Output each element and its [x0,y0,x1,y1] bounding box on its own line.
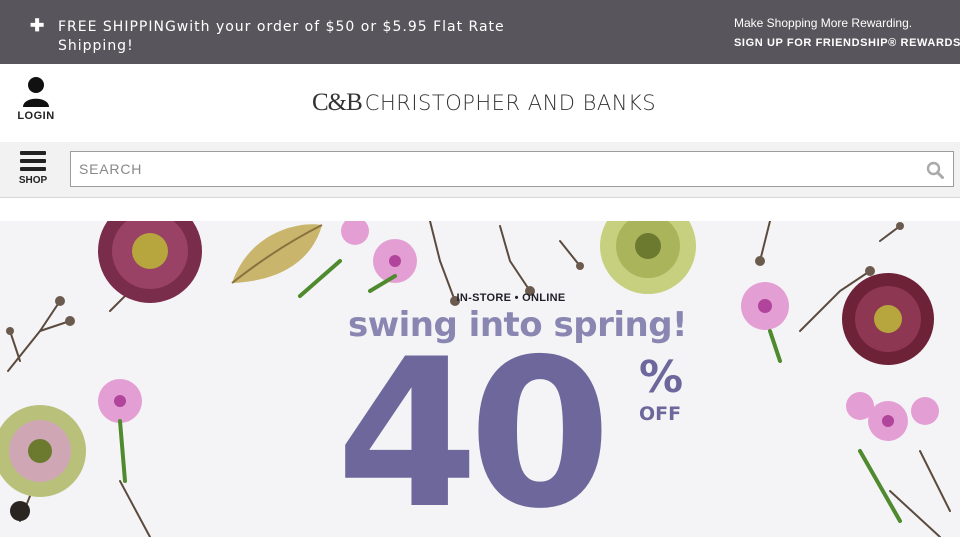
hero-banner[interactable]: IN-STORE • ONLINE swing into spring! 40 … [0,221,960,537]
promo-bar: ✚ FREE SHIPPINGwith your order of $50 or… [0,0,960,64]
shop-menu-button[interactable]: SHOP [14,151,52,186]
brand-logo[interactable]: C&B CHRISTOPHER AND BANKS [312,89,656,117]
search-icon[interactable] [926,161,944,179]
login-button[interactable]: LOGIN [12,76,60,122]
logo-wordmark: CHRISTOPHER AND BANKS [364,91,657,115]
plus-icon[interactable]: ✚ [30,17,44,35]
hero-percent-symbol: % [639,352,684,403]
hero-discount-number: 40 [336,316,611,537]
nav-search-bar: SHOP [0,142,960,198]
site-header: LOGIN C&B CHRISTOPHER AND BANKS [0,64,960,142]
rewards-signup-link[interactable]: SIGN UP FOR FRIENDSHIP® REWARDS [734,34,960,52]
spacer [0,199,960,221]
rewards-tagline: Make Shopping More Rewarding. [734,16,913,30]
user-icon [23,77,49,107]
rewards-promo[interactable]: Make Shopping More Rewarding. SIGN UP FO… [734,14,960,52]
free-shipping-text: FREE SHIPPINGwith your order of $50 or $… [58,19,505,54]
search-box [70,151,954,187]
logo-mark: C&B [312,89,363,116]
hamburger-menu-icon [20,151,46,171]
hero-kicker: IN-STORE • ONLINE [456,292,566,304]
hero-off-label: OFF [639,403,682,425]
search-input[interactable] [79,152,919,186]
shop-label: SHOP [18,175,48,186]
login-label: LOGIN [17,110,55,122]
